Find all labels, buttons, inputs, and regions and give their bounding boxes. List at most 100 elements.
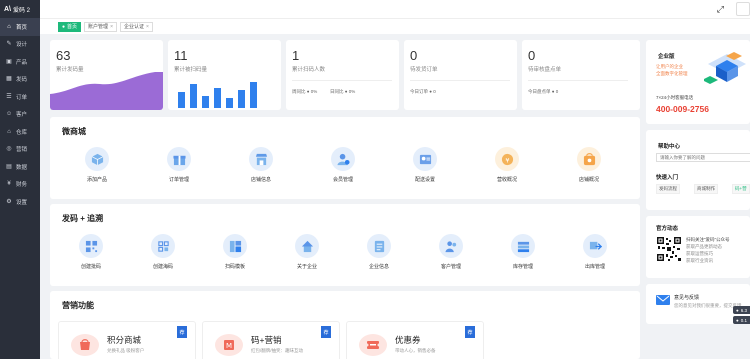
official-line-4: 获取行业资讯 — [686, 258, 713, 263]
section-title: 营销功能 — [62, 301, 94, 310]
member-management-shortcut[interactable]: 会员管理 — [313, 147, 373, 183]
inventory-icon — [511, 234, 535, 258]
fullscreen-icon[interactable]: ⤢ — [717, 4, 724, 15]
floating-tag-label: 0.1 — [740, 317, 747, 323]
sidebar-item-design[interactable]: ✎ 设计 — [0, 36, 40, 54]
company-info-icon — [367, 234, 391, 258]
enterprise-line-1: 让用户的企业 — [656, 64, 683, 69]
sidebar-item-label: 设置 — [16, 199, 28, 206]
revenue-overview-shortcut[interactable]: ¥ 营收概况 — [477, 147, 537, 183]
home-building-icon — [295, 234, 319, 258]
floating-tag-2[interactable]: ● 0.1 — [733, 316, 750, 324]
enterprise-panel: 企业版 让用户的企业 全面数字化管理 7×24小时客服电话 400-009-27… — [646, 40, 750, 124]
shortcut-label: 营收概况 — [496, 177, 517, 183]
section-title: 发码 + 追溯 — [62, 214, 104, 223]
service-phone[interactable]: 400-009-2756 — [656, 104, 709, 114]
code-marketing-card[interactable]: M 码+营销 红包/翻牌/抽奖：趣味互动 荐 — [202, 321, 340, 359]
shortcut-label: 库存管理 — [512, 264, 533, 270]
app-logo[interactable]: A\ 爱码 2 — [0, 0, 40, 18]
card-desc: 红包/翻牌/抽奖：趣味互动 — [251, 348, 303, 353]
store-overview-shortcut[interactable]: 店铺概况 — [559, 147, 619, 183]
panel-title: 企业版 — [658, 54, 675, 60]
about-company-shortcut[interactable]: 关于企业 — [277, 234, 337, 270]
floating-tag-1[interactable]: ● 6.3 — [733, 306, 750, 314]
sidebar-item-warehouse[interactable]: ⌂ 仓库 — [0, 123, 40, 141]
sidebar-item-customer[interactable]: ☺ 客户 — [0, 106, 40, 124]
help-center-panel: 帮助中心 快速入门 发码流程 商城制作 码+营 — [646, 130, 750, 210]
qr-scan-icon — [151, 234, 175, 258]
sidebar-item-order[interactable]: ☰ 订单 — [0, 88, 40, 106]
create-sea-code-shortcut[interactable]: 创建海码 — [133, 234, 193, 270]
tab-label: 首页 — [67, 24, 78, 30]
outbound-icon — [583, 234, 607, 258]
product-icon: ▣ — [6, 58, 12, 65]
quick-link-code-marketing[interactable]: 码+营 — [732, 184, 750, 194]
stat-value: 1 — [292, 48, 300, 63]
order-management-shortcut[interactable]: 订单管理 — [149, 147, 209, 183]
tab-account[interactable]: 账户管理 × — [84, 21, 117, 32]
shop-stats-icon — [577, 147, 601, 171]
avatar[interactable] — [736, 2, 750, 16]
store-icon — [249, 147, 273, 171]
shortcut-label: 订单管理 — [168, 177, 189, 183]
sidebar-item-marketing[interactable]: ◎ 营销 — [0, 141, 40, 159]
card-desc: 带动人心，销售必备 — [395, 348, 436, 353]
box-icon — [85, 147, 109, 171]
member-icon — [331, 147, 355, 171]
gift-box-icon — [167, 147, 191, 171]
delivery-icon — [413, 147, 437, 171]
close-icon[interactable]: × — [146, 24, 149, 30]
topbar: ⤢ — [40, 0, 750, 18]
customer-icon: ☺ — [5, 111, 13, 118]
official-line-3: 获取运营技巧 — [686, 251, 713, 256]
points-mall-card[interactable]: 积分商城 兑换礼品 吸粉客户 荐 — [58, 321, 196, 359]
close-icon[interactable]: × — [110, 24, 113, 30]
wechat-qr-code — [656, 236, 682, 262]
sidebar-item-data[interactable]: ▤ 数据 — [0, 158, 40, 176]
coupon-card[interactable]: 优惠券 带动人心，销售必备 荐 — [346, 321, 484, 359]
scan-template-shortcut[interactable]: 扫码模板 — [205, 234, 265, 270]
home-icon: ● — [62, 23, 66, 30]
help-search-input[interactable] — [656, 153, 750, 162]
delivery-settings-shortcut[interactable]: 配送设置 — [395, 147, 455, 183]
code-trace-section: 发码 + 追溯 创建批码 创建海码 扫码模板 关于企业 企业信息 客户管理 库存… — [50, 204, 640, 286]
create-batch-code-shortcut[interactable]: 创建批码 — [61, 234, 121, 270]
info-icon: ● — [736, 317, 739, 323]
shortcut-label: 会员管理 — [332, 177, 353, 183]
feedback-mail-icon — [656, 295, 670, 305]
points-mall-icon — [71, 334, 99, 356]
store-info-shortcut[interactable]: 店铺信息 — [231, 147, 291, 183]
panel-title: 帮助中心 — [658, 144, 681, 150]
weekly-change: 周同比 ● 0% — [292, 89, 318, 94]
logo-mark: A\ — [4, 5, 11, 13]
marketing-icon: ◎ — [6, 146, 12, 153]
company-info-shortcut[interactable]: 企业信息 — [349, 234, 409, 270]
sidebar-item-code[interactable]: ▦ 发码 — [0, 71, 40, 89]
sidebar-item-settings[interactable]: ⚙ 设置 — [0, 193, 40, 211]
sidebar-item-home[interactable]: ⌂ 首页 — [0, 18, 40, 36]
tab-certification[interactable]: 企业认证 × — [119, 21, 153, 32]
quick-link-code-flow[interactable]: 发码流程 — [656, 184, 680, 194]
customer-management-shortcut[interactable]: 客户管理 — [421, 234, 481, 270]
stat-card-users: 1 累计扫码人数 周同比 ● 0% 日同比 ● 0% — [286, 40, 399, 110]
code-icon: ▦ — [6, 76, 12, 83]
stat-card-pending-orders: 0 待发货订单 今日订单 ● 0 — [404, 40, 517, 110]
today-orders: 今日订单 ● 0 — [410, 89, 436, 94]
inventory-management-shortcut[interactable]: 库存管理 — [493, 234, 553, 270]
enterprise-line-2: 全面数字化管理 — [656, 71, 688, 76]
shortcut-label: 出库管理 — [584, 264, 605, 270]
quick-link-mall-build[interactable]: 商城制作 — [694, 184, 718, 194]
mall-section: 微商城 添加产品 订单管理 店铺信息 会员管理 配送设置 ¥ 营收概况 店铺概况 — [50, 117, 640, 199]
home-icon: ⌂ — [7, 23, 11, 30]
tab-home[interactable]: ● 首页 — [58, 21, 82, 32]
shortcut-label: 创建海码 — [152, 264, 173, 270]
sidebar-item-product[interactable]: ▣ 产品 — [0, 53, 40, 71]
sidebar-item-label: 仓库 — [16, 129, 28, 136]
warehouse-icon: ⌂ — [7, 128, 11, 135]
revenue-icon: ¥ — [495, 147, 519, 171]
sidebar-item-label: 财务 — [16, 182, 28, 189]
outbound-management-shortcut[interactable]: 出库管理 — [565, 234, 625, 270]
add-product-shortcut[interactable]: 添加产品 — [67, 147, 127, 183]
sidebar-item-finance[interactable]: ¥ 财务 — [0, 176, 40, 194]
recommend-badge: 荐 — [465, 326, 475, 338]
